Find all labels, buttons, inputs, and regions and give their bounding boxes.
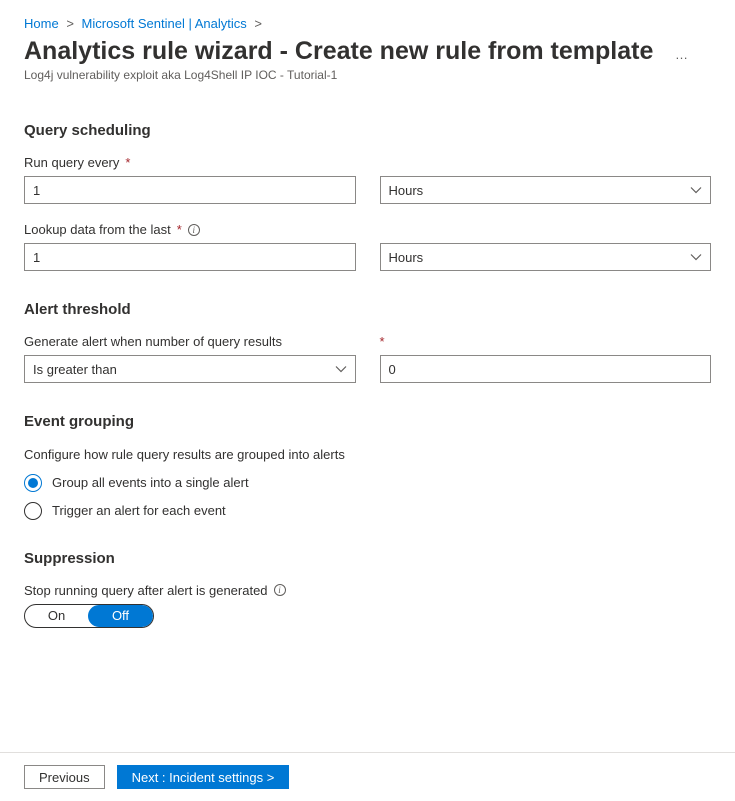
toggle-on-label: On: [25, 605, 88, 627]
threshold-required-label: *: [380, 334, 712, 349]
required-icon: *: [177, 222, 182, 237]
required-icon: *: [125, 155, 130, 170]
section-alert-threshold: Alert threshold: [24, 301, 711, 318]
section-query-scheduling: Query scheduling: [24, 122, 711, 139]
suppression-label: Stop running query after alert is genera…: [24, 583, 711, 598]
run-query-every-label: Run query every *: [24, 155, 711, 170]
info-icon[interactable]: i: [188, 224, 200, 236]
page-title: Analytics rule wizard - Create new rule …: [24, 37, 653, 66]
lookup-value-input[interactable]: [24, 243, 356, 271]
lookup-unit-select[interactable]: Hours: [380, 243, 712, 271]
run-query-every-value-input[interactable]: [24, 176, 356, 204]
select-value: Hours: [389, 250, 424, 265]
info-icon[interactable]: i: [274, 584, 286, 596]
suppression-toggle[interactable]: On Off: [24, 604, 154, 628]
page-header: Analytics rule wizard - Create new rule …: [0, 37, 735, 92]
chevron-down-icon: [690, 184, 702, 196]
more-menu-button[interactable]: …: [675, 47, 689, 62]
lookup-data-label: Lookup data from the last * i: [24, 222, 711, 237]
select-value: Hours: [389, 183, 424, 198]
chevron-down-icon: [335, 363, 347, 375]
radio-button-icon: [24, 474, 42, 492]
toggle-off-label: Off: [88, 605, 153, 627]
next-button[interactable]: Next : Incident settings >: [117, 765, 290, 789]
wizard-footer: Previous Next : Incident settings >: [0, 752, 735, 801]
threshold-operator-select[interactable]: Is greater than: [24, 355, 356, 383]
section-suppression: Suppression: [24, 550, 711, 567]
required-icon: *: [380, 334, 385, 349]
select-value: Is greater than: [33, 362, 117, 377]
event-grouping-radio-group: Group all events into a single alert Tri…: [24, 474, 711, 520]
generate-alert-label: Generate alert when number of query resu…: [24, 334, 356, 349]
breadcrumb: Home > Microsoft Sentinel | Analytics >: [0, 0, 735, 37]
section-event-grouping: Event grouping: [24, 413, 711, 430]
page-subtitle: Log4j vulnerability exploit aka Log4Shel…: [24, 68, 711, 82]
breadcrumb-separator: >: [66, 16, 74, 31]
breadcrumb-home[interactable]: Home: [24, 16, 59, 31]
radio-label: Trigger an alert for each event: [52, 503, 226, 518]
breadcrumb-sentinel[interactable]: Microsoft Sentinel | Analytics: [82, 16, 247, 31]
breadcrumb-separator: >: [254, 16, 262, 31]
previous-button[interactable]: Previous: [24, 765, 105, 789]
chevron-down-icon: [690, 251, 702, 263]
radio-group-all-events[interactable]: Group all events into a single alert: [24, 474, 711, 492]
radio-button-icon: [24, 502, 42, 520]
threshold-value-input[interactable]: [380, 355, 712, 383]
radio-label: Group all events into a single alert: [52, 475, 249, 490]
event-grouping-help: Configure how rule query results are gro…: [24, 446, 354, 464]
run-query-every-unit-select[interactable]: Hours: [380, 176, 712, 204]
radio-trigger-each-event[interactable]: Trigger an alert for each event: [24, 502, 711, 520]
form-content: Query scheduling Run query every * Hours…: [0, 92, 735, 628]
